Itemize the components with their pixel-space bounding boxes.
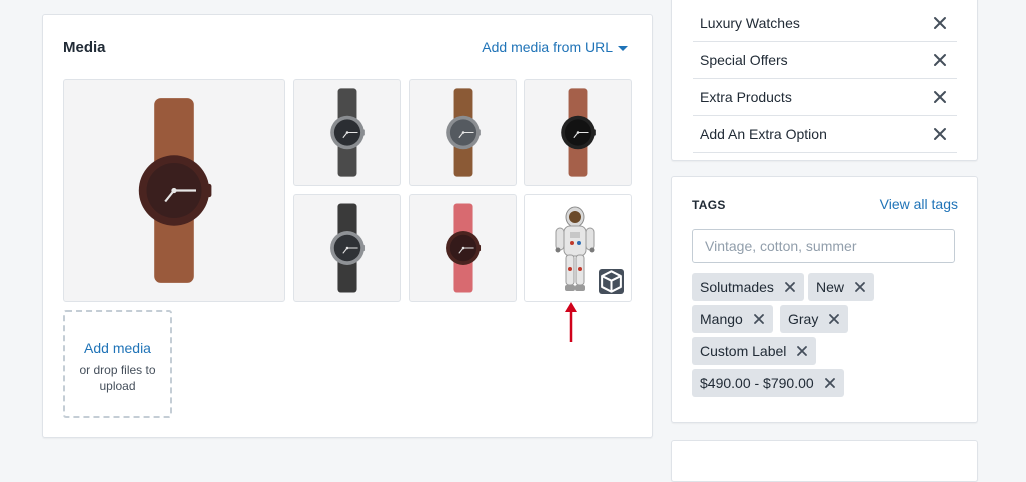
watch-image — [446, 203, 482, 293]
watch-image — [330, 203, 366, 293]
tag-chip: Custom Label — [692, 337, 817, 365]
remove-tag-icon[interactable] — [824, 377, 836, 389]
remove-tag-icon[interactable] — [796, 345, 808, 357]
media-thumbnail[interactable] — [409, 79, 517, 186]
view-all-tags-link[interactable]: View all tags — [880, 196, 958, 212]
tag-label: Custom Label — [700, 343, 787, 359]
remove-icon[interactable] — [933, 90, 947, 104]
collections-card: Luxury Watches Special Offers Extra Prod… — [671, 0, 978, 161]
tag-label: Gray — [788, 311, 819, 327]
media-thumbnail[interactable] — [293, 79, 401, 186]
tag-chip: Mango — [692, 305, 773, 333]
watch-image — [138, 98, 212, 283]
collection-item: Extra Products — [693, 79, 957, 116]
tags-card: TAGS View all tags Solutmades New Mango … — [671, 176, 978, 423]
remove-tag-icon[interactable] — [828, 313, 840, 325]
watch-image — [330, 88, 365, 177]
media-thumbnail-3d-model[interactable] — [524, 194, 632, 302]
red-arrow-annotation — [565, 302, 577, 342]
collection-item: Special Offers — [693, 42, 957, 79]
add-media-link[interactable]: Add media — [65, 340, 170, 356]
remove-icon[interactable] — [933, 127, 947, 141]
media-card: Media Add media from URL Add media or dr… — [42, 14, 653, 438]
tag-chip: New — [808, 273, 875, 301]
collection-label: Extra Products — [700, 89, 792, 105]
tag-label: $490.00 - $790.00 — [700, 375, 814, 391]
watch-image — [561, 88, 596, 177]
add-media-from-url-button[interactable]: Add media from URL — [482, 39, 628, 55]
dropzone-hint: or drop files to upload — [79, 363, 156, 393]
remove-icon[interactable] — [933, 16, 947, 30]
collection-label: Add An Extra Option — [700, 126, 827, 142]
tag-label: Solutmades — [700, 279, 774, 295]
media-thumbnail[interactable] — [409, 194, 517, 302]
watch-image — [446, 88, 481, 177]
tag-chip: Gray — [780, 305, 849, 333]
tag-label: Mango — [700, 311, 743, 327]
media-thumbnail-main[interactable] — [63, 79, 285, 302]
collection-label: Special Offers — [700, 52, 788, 68]
media-dropzone[interactable]: Add media or drop files to upload — [63, 310, 172, 418]
media-thumbnail[interactable] — [524, 79, 632, 186]
tags-input[interactable] — [692, 229, 955, 263]
caret-down-icon — [618, 45, 628, 51]
add-media-from-url-label: Add media from URL — [482, 39, 613, 55]
media-title: Media — [63, 39, 106, 56]
collection-label: Luxury Watches — [700, 15, 800, 31]
tag-chip: $490.00 - $790.00 — [692, 369, 844, 397]
remove-tag-icon[interactable] — [854, 281, 866, 293]
collection-item: Add An Extra Option — [693, 116, 957, 153]
next-card — [671, 440, 978, 482]
tag-chip: Solutmades — [692, 273, 804, 301]
tags-title: TAGS — [692, 198, 726, 212]
media-thumbnail[interactable] — [293, 194, 401, 302]
remove-tag-icon[interactable] — [753, 313, 765, 325]
remove-tag-icon[interactable] — [784, 281, 796, 293]
remove-icon[interactable] — [933, 53, 947, 67]
tag-label: New — [816, 279, 845, 295]
cube-icon — [599, 269, 624, 294]
collection-item: Luxury Watches — [693, 5, 957, 42]
